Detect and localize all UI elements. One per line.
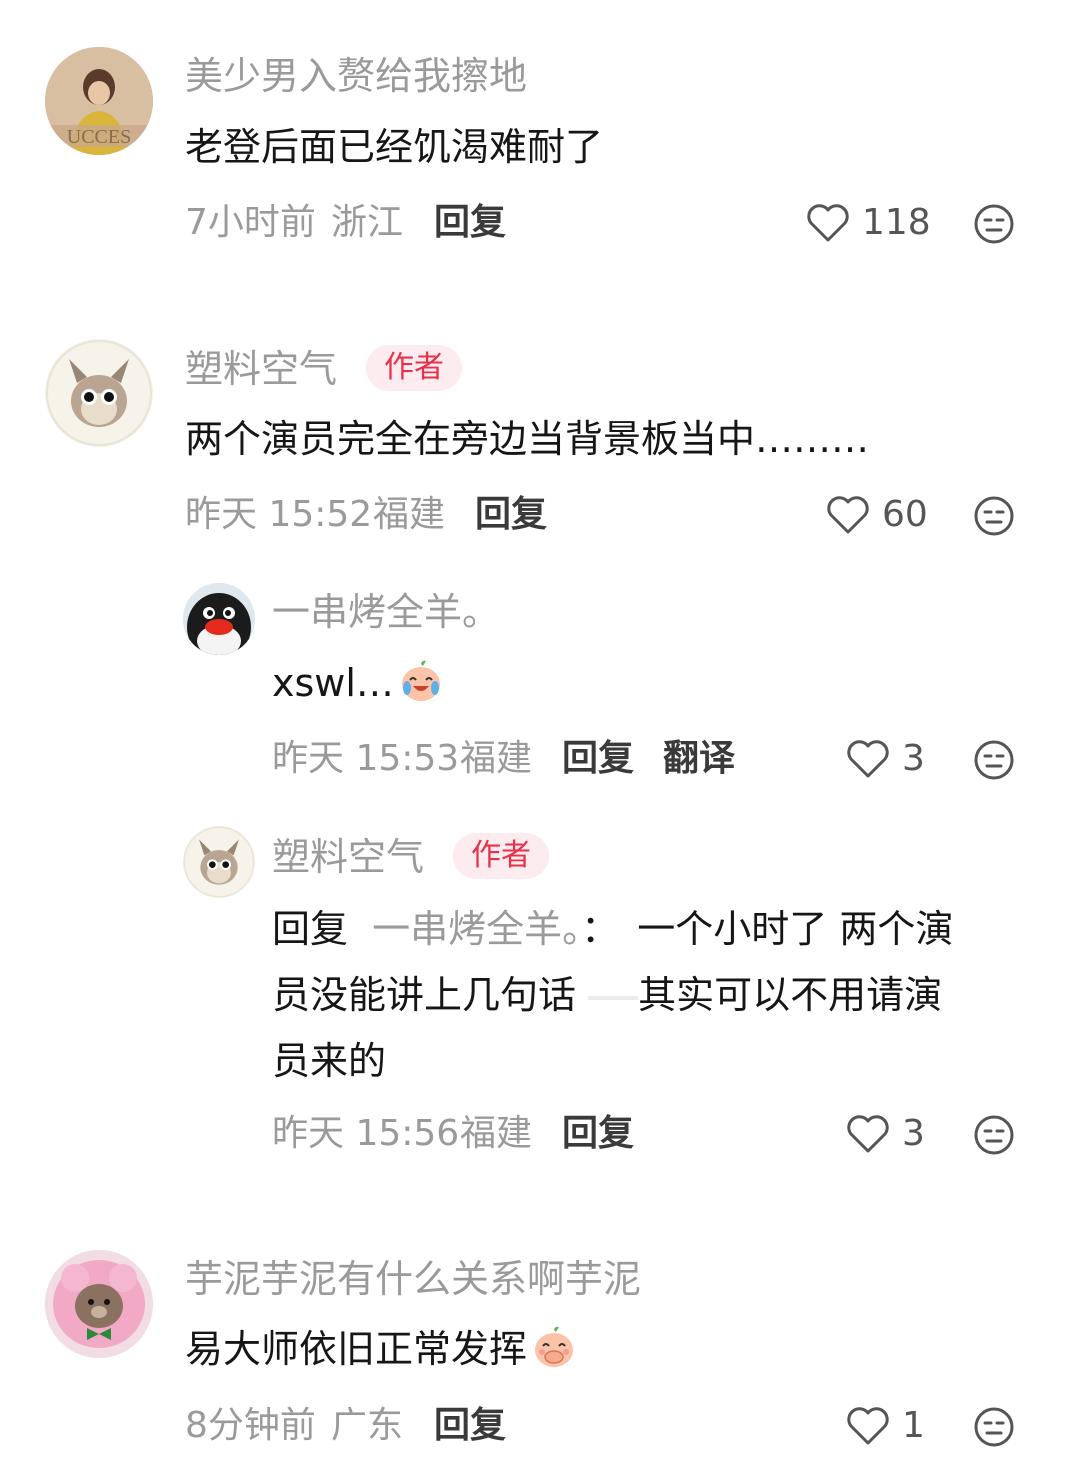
comment-time: 昨天 15:52	[185, 494, 373, 535]
comment-text-line: 其实可以不用请演	[638, 973, 943, 1017]
penguin-avatar-icon	[183, 583, 255, 655]
comment-text: xswl…	[272, 650, 444, 716]
like-button[interactable]: 118	[806, 203, 931, 243]
username[interactable]: 一串烤全羊。	[272, 593, 500, 631]
like-count: 60	[882, 494, 928, 535]
neutral-face-icon[interactable]	[973, 1114, 1015, 1156]
reply-button[interactable]: 回复	[434, 205, 506, 241]
like-count: 3	[902, 1113, 925, 1154]
avatar[interactable]: UCCES	[45, 47, 153, 155]
comment-time: 7小时前	[185, 202, 316, 243]
avatar[interactable]	[183, 826, 255, 898]
translate-button[interactable]: 翻译	[663, 741, 735, 777]
cat-avatar-icon	[183, 826, 255, 898]
reply-prefix: 回复	[272, 907, 349, 951]
plush-bear-avatar-icon	[45, 1250, 153, 1358]
reply-button[interactable]: 回复	[475, 497, 547, 533]
avatar-photo-icon: UCCES	[45, 47, 153, 155]
comment-location: 福建	[460, 1113, 533, 1154]
like-button[interactable]: 3	[846, 1114, 925, 1154]
neutral-face-icon[interactable]	[973, 739, 1015, 781]
comment-text: 易大师依旧正常发挥	[185, 1316, 577, 1382]
mention-suffix: ：	[581, 907, 620, 951]
svg-text:UCCES: UCCES	[67, 126, 131, 148]
comment-text-body: 易大师依旧正常发挥	[185, 1327, 528, 1371]
comment-location: 广东	[331, 1405, 404, 1446]
mention-username[interactable]: 一串烤全羊。	[372, 907, 581, 951]
like-button[interactable]: 3	[846, 739, 925, 779]
reply-button[interactable]: 回复	[434, 1408, 506, 1444]
username[interactable]: 塑料空气	[185, 350, 337, 388]
blurred-gap	[588, 995, 639, 1000]
like-button[interactable]: 60	[826, 495, 928, 535]
cat-avatar-icon	[46, 340, 152, 446]
like-button[interactable]: 1	[846, 1406, 925, 1446]
avatar[interactable]	[183, 583, 255, 655]
neutral-face-icon[interactable]	[973, 495, 1015, 537]
author-badge: 作者	[453, 833, 549, 879]
comment-location: 福建	[460, 738, 533, 779]
comment-time: 昨天 15:53	[272, 738, 460, 779]
crying-laughing-peach-emoji	[401, 660, 440, 701]
like-count: 1	[902, 1405, 925, 1446]
like-count: 118	[862, 202, 931, 243]
comment-location: 福建	[373, 494, 446, 535]
like-count: 3	[902, 738, 925, 779]
comment-text: 员没能讲上几句话 其实可以不用请演	[272, 962, 942, 1028]
comment-text: 回复 一串烤全羊。： 一个小时了 两个演	[272, 896, 953, 962]
comment-location: 浙江	[331, 202, 404, 243]
heart-outline-icon	[847, 1115, 889, 1153]
neutral-face-icon[interactable]	[973, 1406, 1015, 1448]
neutral-face-icon[interactable]	[973, 203, 1015, 245]
heart-outline-icon	[807, 204, 849, 242]
reply-button[interactable]: 回复	[562, 1116, 634, 1152]
heart-outline-icon	[827, 496, 869, 534]
comment-list: UCCES 美少男入赘给我擦地 老登后面已经饥渴难耐了 7小时前 浙江 回复 1…	[0, 0, 1079, 1475]
reply-button[interactable]: 回复	[562, 741, 634, 777]
comment-text: 两个演员完全在旁边当背景板当中………	[185, 417, 870, 461]
avatar[interactable]	[45, 339, 153, 447]
comment-time: 8分钟前	[185, 1405, 316, 1446]
username[interactable]: 美少男入赘给我擦地	[185, 57, 527, 95]
comment-text: 员来的	[272, 1039, 387, 1083]
comment-text-body: xswl…	[272, 661, 394, 705]
comment-text-line: 一个小时了 两个演	[637, 907, 954, 951]
username[interactable]: 塑料空气	[272, 838, 424, 876]
comment-text: 老登后面已经饥渴难耐了	[185, 125, 604, 169]
covering-mouth-peach-emoji	[535, 1326, 574, 1367]
heart-outline-icon	[847, 1407, 889, 1445]
avatar[interactable]	[45, 1250, 153, 1358]
comment-text-line: 员没能讲上几句话	[272, 973, 577, 1017]
comment-time: 昨天 15:56	[272, 1113, 460, 1154]
username[interactable]: 芋泥芋泥有什么关系啊芋泥	[185, 1260, 641, 1298]
author-badge: 作者	[366, 345, 462, 391]
heart-outline-icon	[847, 740, 889, 778]
